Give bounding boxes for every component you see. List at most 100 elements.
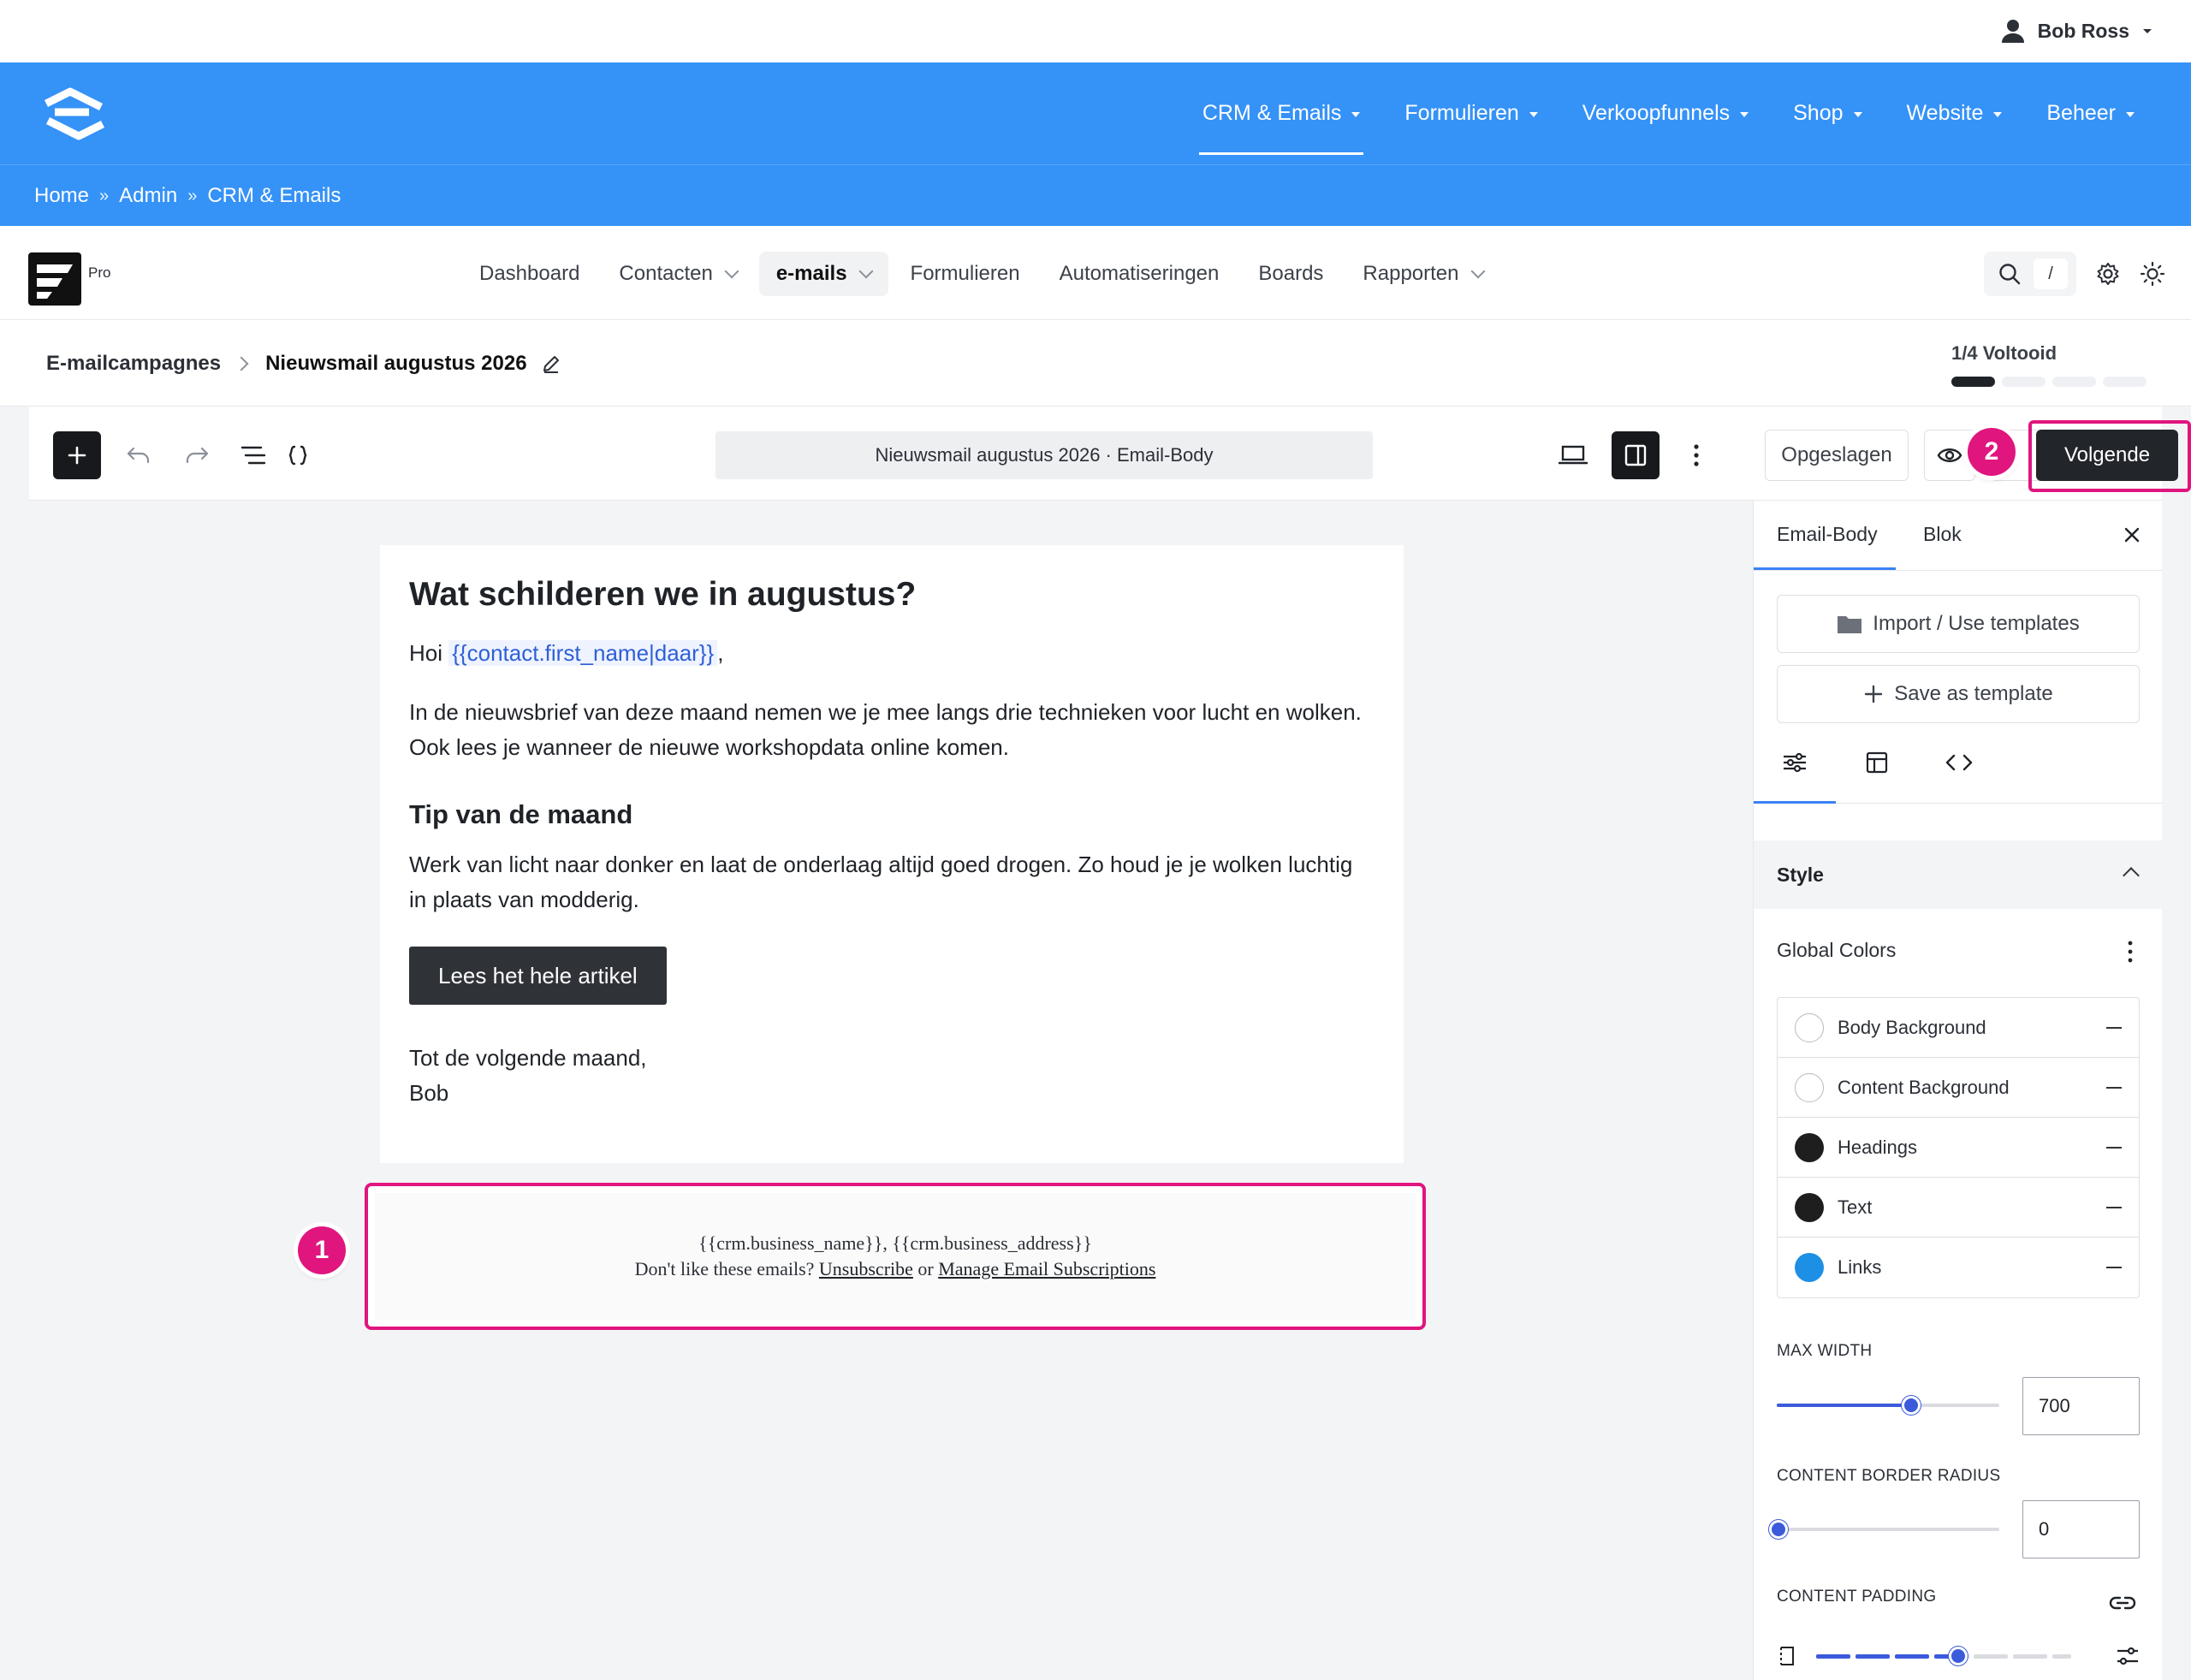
more-options-button[interactable] [1677,436,1715,474]
padding-slider-segment[interactable] [1974,1654,2008,1659]
document-title[interactable]: Nieuwsmail augustus 2026 · Email-Body [715,431,1373,479]
email-footer-highlight[interactable]: {{crm.business_name}}, {{crm.business_ad… [365,1183,1426,1330]
search-button[interactable]: / [1984,252,2076,296]
progress-step [2002,377,2046,387]
breadcrumb-bar: Home » Admin » CRM & Emails [0,164,2191,226]
app-nav-rapporten[interactable]: Rapporten [1345,252,1499,296]
tab-blok[interactable]: Blok [1923,523,1962,546]
minus-icon[interactable] [2106,1086,2122,1089]
site-nav-beheer[interactable]: Beheer [2024,62,2157,164]
next-button[interactable]: Volgende [2036,430,2178,481]
desktop-preview-button[interactable] [1554,436,1592,474]
padding-slider-segment[interactable] [2013,1654,2047,1659]
color-swatch[interactable] [1795,1072,1824,1102]
color-row-content-background[interactable]: Content Background [1778,1058,2139,1118]
subtab-layout[interactable] [1860,745,1894,780]
user-menu[interactable]: Bob Ross [2000,15,2153,46]
caret-down-icon [1993,112,2003,117]
tab-email-body[interactable]: Email-Body [1777,523,1878,546]
read-article-button[interactable]: Lees het hele artikel [409,947,667,1005]
padding-slider-segment[interactable] [2052,1654,2071,1659]
email-closing[interactable]: Tot de volgende maand, [409,1041,1375,1076]
code-icon [1945,754,1973,771]
sliders-icon[interactable] [2116,1645,2140,1667]
chevron-down-icon [858,264,874,279]
list-view-button[interactable] [235,436,272,474]
padding-slider-segment[interactable] [1816,1654,1850,1659]
annotation-marker-1: 1 [298,1226,346,1274]
site-nav-verkoopfunnels[interactable]: Verkoopfunnels [1560,62,1771,164]
sun-icon[interactable] [2140,261,2165,287]
email-tip[interactable]: Werk van licht naar donker en laat de on… [409,847,1375,917]
minus-icon[interactable] [2106,1146,2122,1149]
app-nav-automatiseringen[interactable]: Automatiseringen [1042,252,1237,296]
add-block-button[interactable] [53,431,101,479]
site-nav-crm-emails[interactable]: CRM & Emails [1180,62,1383,164]
color-row-text[interactable]: Text [1778,1178,2139,1238]
site-nav-formulieren[interactable]: Formulieren [1382,62,1559,164]
email-heading[interactable]: Wat schilderen we in augustus? [409,576,1375,614]
color-swatch[interactable] [1795,1132,1824,1162]
pencil-icon[interactable] [541,353,561,374]
color-row-links[interactable]: Links [1778,1238,2139,1297]
save-as-template-button[interactable]: Save as template [1777,665,2140,723]
import-templates-button[interactable]: Import / Use templates [1777,595,2140,653]
app-nav-boards[interactable]: Boards [1241,252,1340,296]
email-subheading[interactable]: Tip van de maand [409,799,1375,830]
email-body[interactable]: Wat schilderen we in augustus? Hoi {{con… [380,545,1404,1163]
color-swatch[interactable] [1795,1192,1824,1222]
subtab-code[interactable] [1942,745,1976,780]
breadcrumb-crm-emails[interactable]: CRM & Emails [207,184,341,208]
global-colors-list: Body Background Content Background Headi… [1777,997,2140,1298]
padding-slider-segment[interactable] [1856,1654,1890,1659]
code-braces-button[interactable] [279,436,317,474]
color-row-body-background[interactable]: Body Background [1778,998,2139,1058]
minus-icon[interactable] [2106,1206,2122,1208]
link-icon[interactable] [2109,1594,2136,1612]
gear-icon[interactable] [2095,261,2121,287]
caret-down-icon [2126,112,2135,117]
chevron-down-icon [1470,264,1485,279]
color-row-headings[interactable]: Headings [1778,1118,2139,1178]
max-width-input[interactable]: 700 [2022,1377,2140,1435]
minus-icon[interactable] [2106,1267,2122,1268]
site-nav-shop[interactable]: Shop [1771,62,1884,164]
email-intro[interactable]: In de nieuwsbrief van deze maand nemen w… [409,695,1375,765]
close-icon[interactable] [2120,523,2144,547]
slider-handle[interactable] [1902,1396,1921,1415]
subtab-settings[interactable] [1778,745,1812,780]
vertical-dots-icon[interactable] [2128,941,2133,963]
saved-status-button[interactable]: Opgeslagen [1765,430,1909,481]
border-radius-slider[interactable] [1769,1520,1999,1539]
site-nav-website[interactable]: Website [1885,62,2025,164]
manage-subscriptions-link[interactable]: Manage Email Subscriptions [938,1258,1155,1279]
breadcrumb-home[interactable]: Home [34,184,89,208]
email-greeting[interactable]: Hoi {{contact.first_name|daar}}, [409,636,1375,671]
user-icon [2001,20,2024,43]
site-logo-icon[interactable] [38,86,111,141]
minus-icon[interactable] [2106,1026,2122,1029]
app-nav-emails[interactable]: e-mails [758,252,888,296]
padding-slider-segment[interactable] [1895,1654,1929,1659]
email-signature[interactable]: Bob [409,1076,1375,1111]
campaign-parent-link[interactable]: E-mailcampagnes [46,352,221,376]
app-nav-formulieren[interactable]: Formulieren [894,252,1037,296]
caret-down-icon [1740,112,1749,117]
border-radius-input[interactable]: 0 [2022,1500,2140,1558]
app-nav-dashboard[interactable]: Dashboard [462,252,597,296]
app-brand[interactable]: Pro [28,252,110,306]
undo-button[interactable] [120,436,157,474]
app-nav-contacten[interactable]: Contacten [602,252,753,296]
slider-handle[interactable] [1769,1520,1788,1539]
color-swatch[interactable] [1795,1253,1824,1282]
color-swatch[interactable] [1795,1012,1824,1042]
redo-button[interactable] [178,436,216,474]
style-section-header[interactable]: Style [1754,840,2163,909]
merge-tag-first-name[interactable]: {{contact.first_name|daar}} [448,640,718,666]
breadcrumb-admin[interactable]: Admin [119,184,177,208]
toggle-settings-panel-button[interactable] [1612,431,1660,479]
unsubscribe-link[interactable]: Unsubscribe [819,1258,913,1279]
padding-side-icon [1780,1647,1794,1665]
slider-handle[interactable] [1949,1647,1968,1665]
max-width-slider[interactable] [1777,1396,1999,1415]
